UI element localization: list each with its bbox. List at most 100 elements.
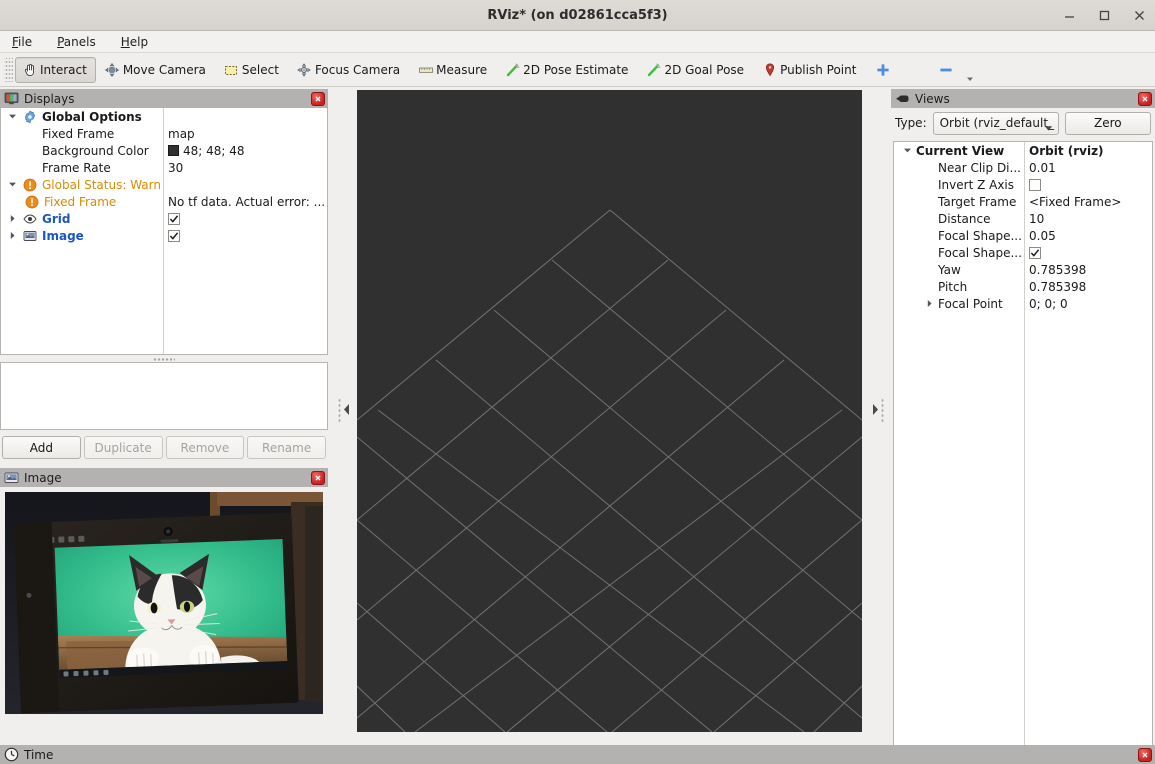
view-type-row: Type: Orbit (rviz_default_ Zero: [891, 108, 1155, 138]
chevron-left-icon[interactable]: [342, 403, 351, 419]
render-viewport[interactable]: [357, 90, 862, 732]
chevron-right-icon[interactable]: [921, 295, 938, 312]
tree-row-image[interactable]: Image: [1, 227, 327, 244]
menu-help[interactable]: Help: [118, 34, 151, 50]
gear-icon: [21, 108, 38, 125]
tree-row-pitch[interactable]: Pitch 0.785398: [894, 278, 1152, 295]
tree-value-yaw[interactable]: 0.785398: [1029, 261, 1086, 278]
zero-button[interactable]: Zero: [1064, 111, 1151, 135]
tool-add-plus[interactable]: [867, 57, 898, 83]
menu-panels[interactable]: Panels: [54, 34, 99, 50]
tool-interact[interactable]: Interact: [15, 56, 96, 83]
menu-file[interactable]: FFileile: [9, 34, 35, 50]
tool-measure[interactable]: Measure: [411, 57, 496, 83]
tool-move-camera[interactable]: Move Camera: [98, 57, 215, 83]
tool-focus-camera[interactable]: Focus Camera: [290, 57, 409, 83]
tool-2d-pose-estimate[interactable]: 2D Pose Estimate: [498, 57, 637, 83]
close-icon[interactable]: [1132, 8, 1147, 23]
warning-icon: [21, 176, 38, 193]
grid-checkbox[interactable]: [168, 212, 180, 225]
tree-row-distance[interactable]: Distance 10: [894, 210, 1152, 227]
tree-value-focal-point[interactable]: 0; 0; 0: [1029, 295, 1068, 312]
left-panel-splitter[interactable]: [331, 90, 357, 732]
views-panel-label: Views: [915, 91, 950, 106]
tree-value-pitch[interactable]: 0.785398: [1029, 278, 1086, 295]
tree-row-focal-point[interactable]: Focal Point 0; 0; 0: [894, 295, 1152, 312]
tree-row-invert-z-axis[interactable]: Invert Z Axis: [894, 176, 1152, 193]
tool-select[interactable]: Select: [217, 57, 288, 83]
goal-arrow-icon: [645, 61, 662, 78]
tool-publish-point[interactable]: Publish Point: [755, 57, 865, 83]
camera-image: [5, 492, 323, 714]
focus-camera-icon: [296, 61, 313, 78]
tree-label: Invert Z Axis: [938, 177, 1015, 192]
image-panel: Image: [0, 468, 328, 733]
tree-row-near-clip-distance[interactable]: Near Clip Di... 0.01: [894, 159, 1152, 176]
tree-row-grid[interactable]: Grid: [1, 210, 327, 227]
plus-icon: [874, 61, 891, 78]
tree-value-image-enabled[interactable]: [168, 227, 180, 244]
tree-row-background-color[interactable]: Background Color 48; 48; 48: [1, 142, 327, 159]
displays-tree[interactable]: Global Options Fixed Frame map Backgroun…: [0, 108, 328, 355]
tool-remove-minus[interactable]: [930, 57, 961, 83]
view-type-select[interactable]: Orbit (rviz_default_: [932, 111, 1059, 135]
tool-interact-label: Interact: [40, 62, 87, 77]
image-checkbox[interactable]: [168, 229, 180, 242]
rename-button[interactable]: Rename: [247, 436, 326, 459]
tree-value-grid-enabled[interactable]: [168, 210, 180, 227]
displays-close-icon[interactable]: [311, 91, 325, 106]
tree-row-frame-rate[interactable]: Frame Rate 30: [1, 159, 327, 176]
warning-icon: [23, 193, 40, 210]
tree-label: Global Status: Warn: [42, 177, 161, 192]
maximize-icon[interactable]: [1097, 8, 1112, 23]
tree-row-focal-shape-fixed-size[interactable]: Focal Shape...: [894, 244, 1152, 261]
right-panel-splitter[interactable]: [864, 90, 890, 732]
tree-value-frame-rate[interactable]: 30: [168, 159, 183, 176]
toolbar-drag-handle[interactable]: [4, 57, 13, 82]
menu-bar: FFileile Panels Help: [0, 31, 1155, 53]
tree-row-fixed-frame[interactable]: Fixed Frame map: [1, 125, 327, 142]
time-close-icon[interactable]: [1138, 747, 1152, 762]
main-toolbar: Interact Move Camera Select Focus Camera…: [0, 53, 1155, 87]
minimize-icon[interactable]: [1062, 8, 1077, 23]
duplicate-button[interactable]: Duplicate: [83, 436, 163, 459]
chevron-down-icon: [1044, 121, 1053, 134]
tree-row-current-view[interactable]: Current View Orbit (rviz): [894, 142, 1152, 159]
tree-row-focal-shape-size[interactable]: Focal Shape... 0.05: [894, 227, 1152, 244]
chevron-right-icon[interactable]: [4, 210, 21, 227]
views-tree[interactable]: Current View Orbit (rviz) Near Clip Di..…: [893, 141, 1153, 764]
tool-publish-point-label: Publish Point: [780, 62, 857, 77]
tree-label: Background Color: [42, 143, 149, 158]
tree-value-focal-shape-size[interactable]: 0.05: [1029, 227, 1056, 244]
tree-value-background-color[interactable]: 48; 48; 48: [168, 142, 245, 159]
tree-row-status-fixed-frame[interactable]: Fixed Frame No tf data. Actual error: ..…: [1, 193, 327, 210]
toolbar-overflow-icon[interactable]: [965, 57, 975, 83]
invert-z-axis-checkbox[interactable]: [1029, 178, 1041, 191]
property-help-box: [0, 362, 328, 430]
title-bar: RViz* (on d02861cca5f3): [0, 0, 1155, 31]
tree-value-distance[interactable]: 10: [1029, 210, 1044, 227]
chevron-down-icon[interactable]: [4, 108, 21, 125]
tree-label: Target Frame: [938, 194, 1017, 209]
tree-value-target-frame[interactable]: <Fixed Frame>: [1029, 193, 1121, 210]
tree-row-global-status[interactable]: Global Status: Warn: [1, 176, 327, 193]
tool-2d-goal-pose[interactable]: 2D Goal Pose: [639, 57, 753, 83]
chevron-down-icon[interactable]: [899, 142, 916, 159]
tree-value-focal-shape-fixed-size[interactable]: [1029, 244, 1041, 261]
chevron-right-icon[interactable]: [871, 403, 880, 419]
image-close-icon[interactable]: [311, 470, 325, 485]
tree-label: Pitch: [938, 279, 968, 294]
tree-value-fixed-frame[interactable]: map: [168, 125, 195, 142]
views-close-icon[interactable]: [1138, 91, 1152, 106]
add-button[interactable]: Add: [2, 436, 81, 459]
tree-value-near-clip-distance[interactable]: 0.01: [1029, 159, 1056, 176]
chevron-right-icon[interactable]: [4, 227, 21, 244]
tree-row-global-options[interactable]: Global Options: [1, 108, 327, 125]
tree-value-invert-z-axis[interactable]: [1029, 176, 1041, 193]
minus-icon: [937, 61, 954, 78]
tree-row-yaw[interactable]: Yaw 0.785398: [894, 261, 1152, 278]
tree-row-target-frame[interactable]: Target Frame <Fixed Frame>: [894, 193, 1152, 210]
remove-button[interactable]: Remove: [165, 436, 245, 459]
chevron-down-icon[interactable]: [4, 176, 21, 193]
focal-shape-fixed-size-checkbox[interactable]: [1029, 246, 1041, 259]
